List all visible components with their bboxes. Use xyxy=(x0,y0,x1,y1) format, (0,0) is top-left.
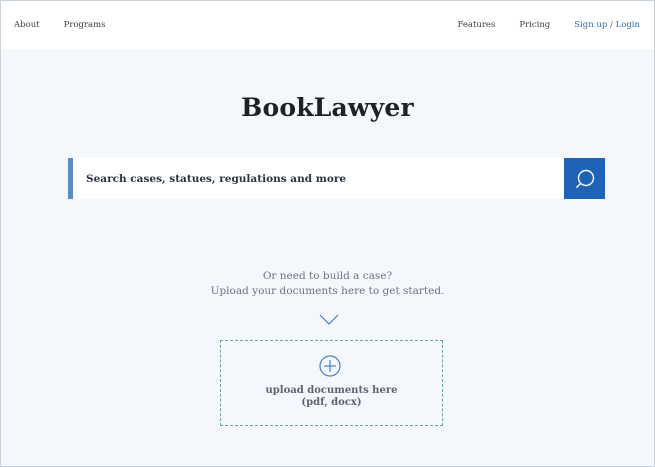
nav-about-link[interactable]: About xyxy=(14,20,40,30)
nav-features-link[interactable]: Features xyxy=(457,20,495,30)
dropzone-file-types: (pdf, docx) xyxy=(301,397,362,408)
nav-right: Features Pricing Sign up / Login xyxy=(433,20,640,30)
search-icon xyxy=(575,169,594,188)
nav-pricing-link[interactable]: Pricing xyxy=(519,20,550,30)
upload-prompt-line-1: Or need to build a case? xyxy=(262,270,393,282)
search-bar xyxy=(68,158,605,199)
upload-prompt: Or need to build a case? Upload your doc… xyxy=(1,269,654,299)
search-button[interactable] xyxy=(564,158,605,199)
upload-prompt-line-2: Upload your documents here to get starte… xyxy=(210,285,445,297)
plus-circle-icon xyxy=(319,355,341,377)
top-navigation: About Programs Features Pricing Sign up … xyxy=(1,1,654,49)
brand-title: BookLawyer xyxy=(241,93,414,122)
chevron-down-icon xyxy=(319,314,339,325)
dropzone-label: upload documents here xyxy=(265,385,398,396)
search-input[interactable] xyxy=(73,158,564,199)
page: About Programs Features Pricing Sign up … xyxy=(0,0,655,467)
upload-dropzone[interactable]: upload documents here (pdf, docx) xyxy=(220,340,443,426)
nav-programs-link[interactable]: Programs xyxy=(64,20,106,30)
signup-login-link[interactable]: Sign up / Login xyxy=(574,20,640,30)
dropzone-text: upload documents here (pdf, docx) xyxy=(221,385,442,409)
nav-left: About Programs xyxy=(14,20,130,30)
